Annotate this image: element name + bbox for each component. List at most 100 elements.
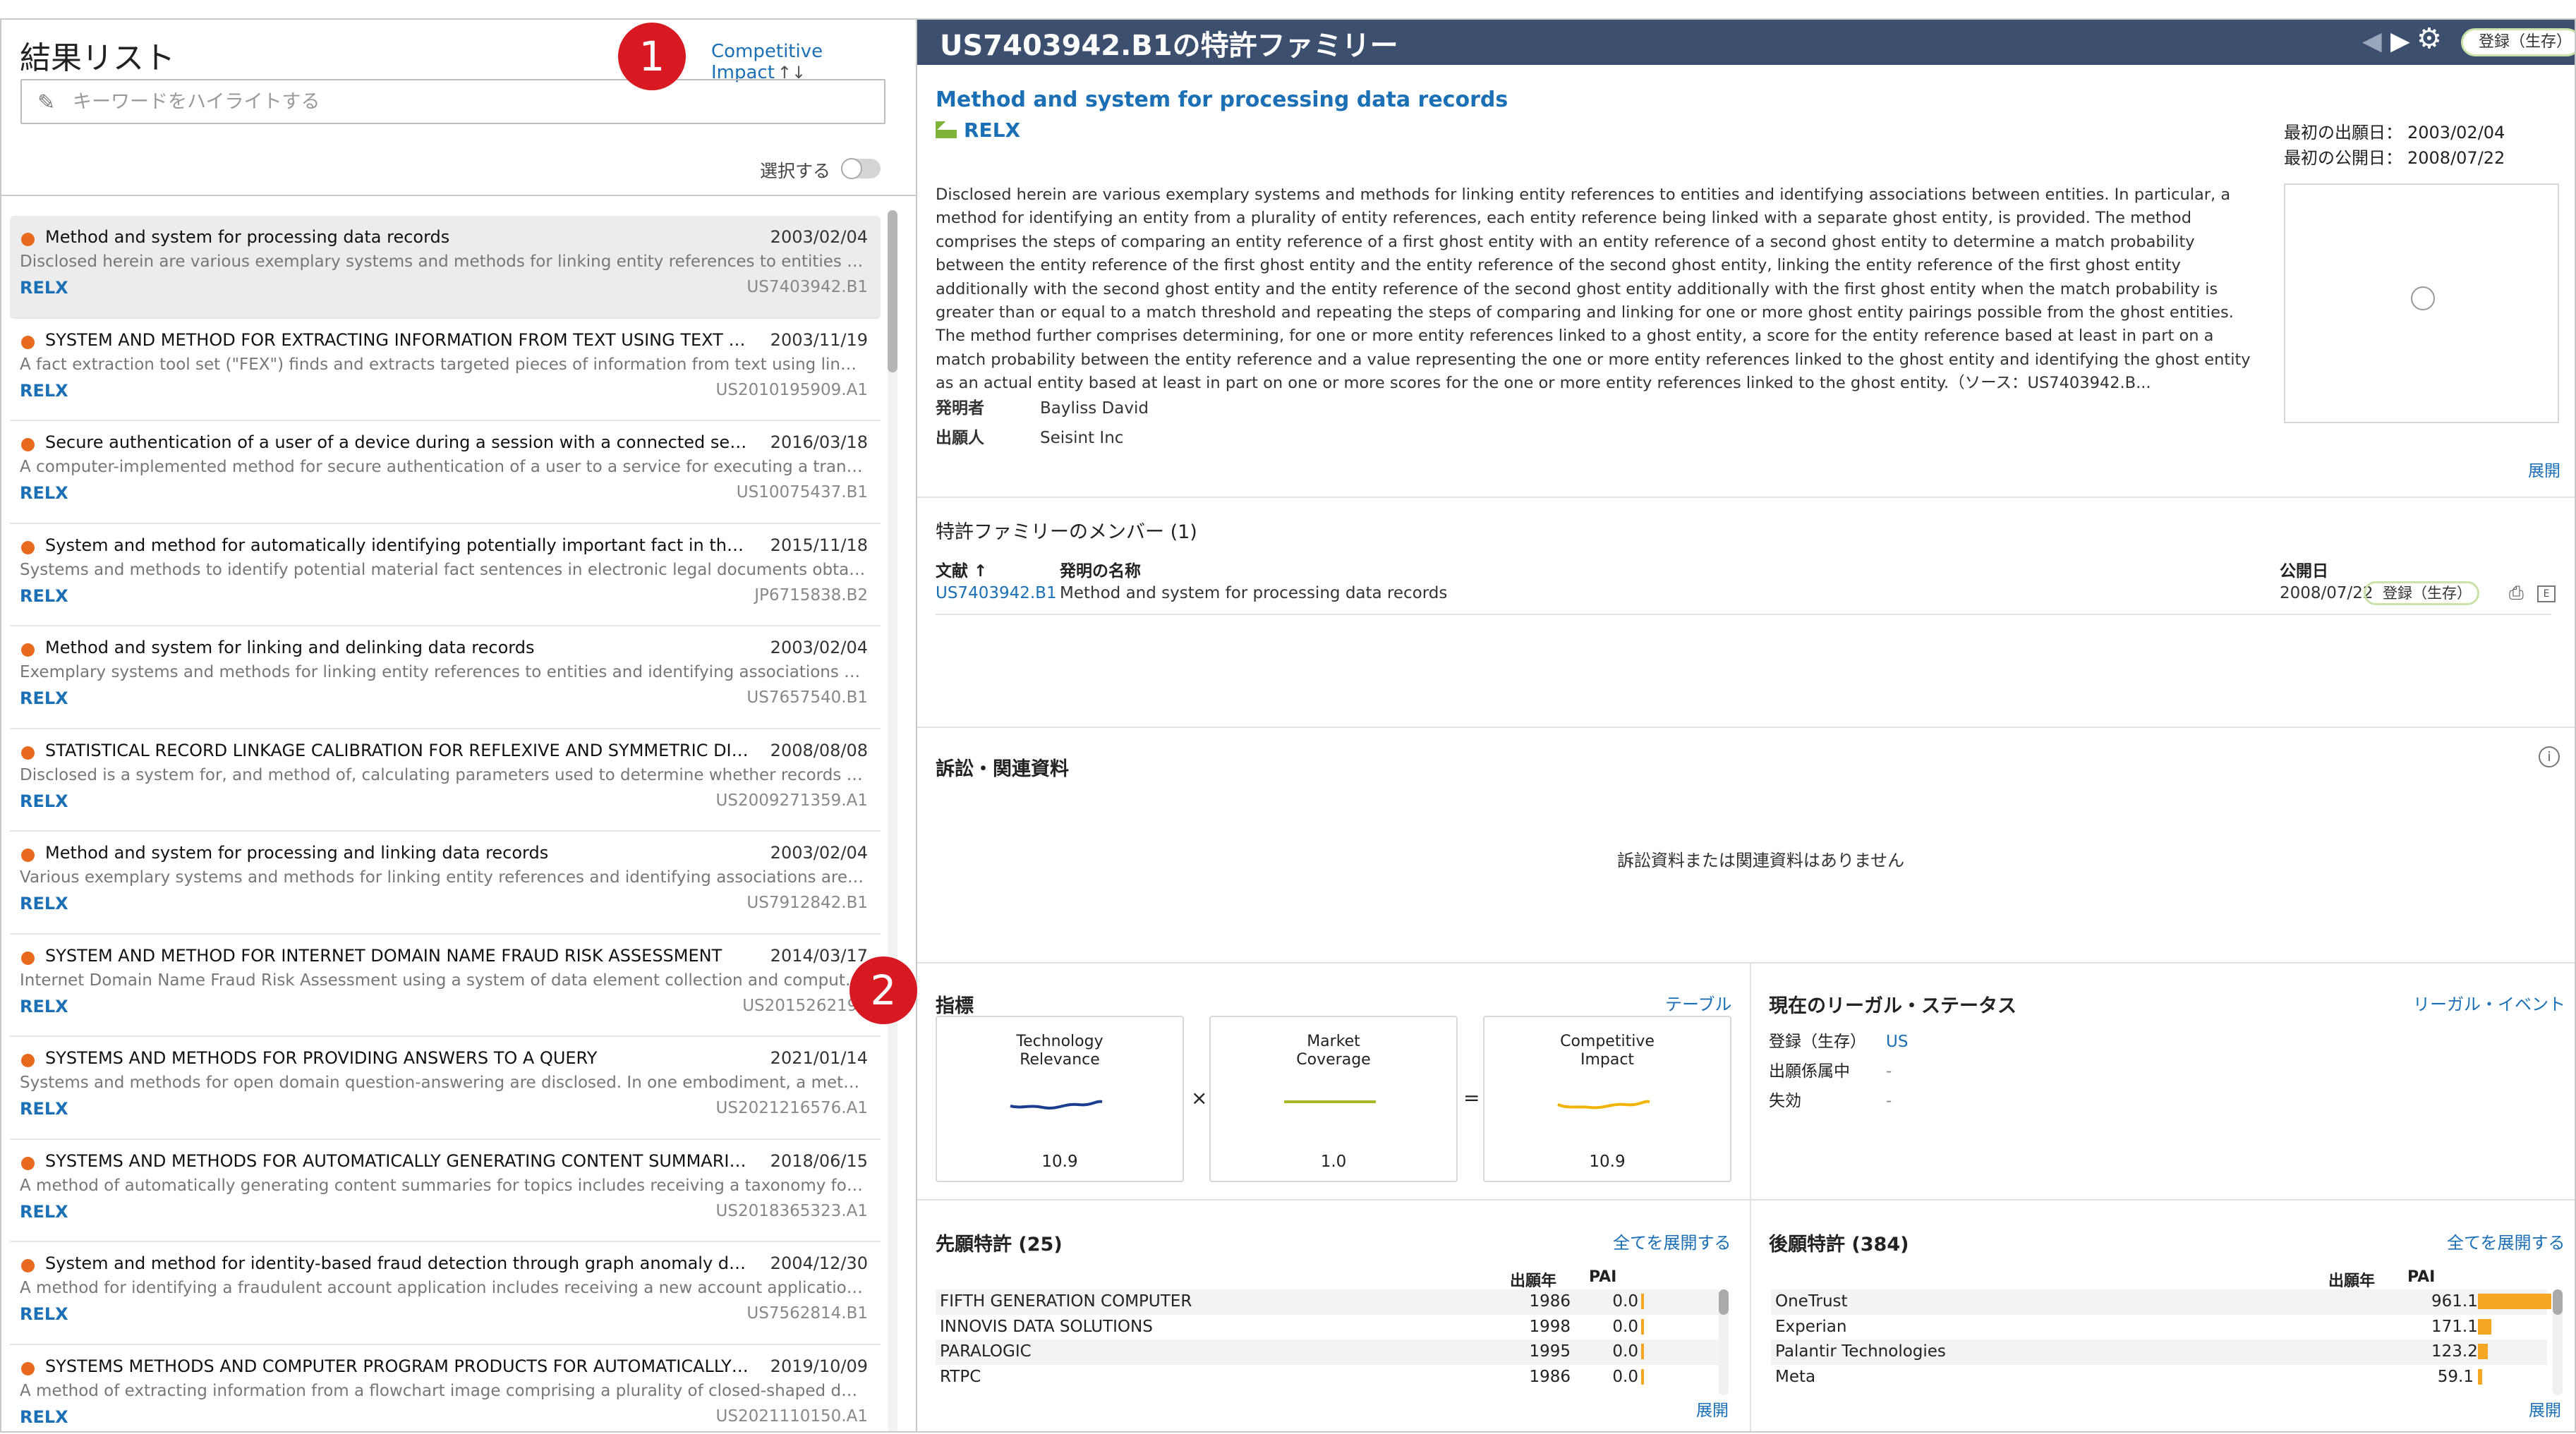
prior-col-pai[interactable]: PAI [1589,1268,1616,1286]
result-company[interactable]: RELX [20,1304,68,1324]
result-company[interactable]: RELX [20,894,68,913]
patent-image-placeholder[interactable] [2284,183,2559,423]
metric-label-line: Coverage [1296,1051,1371,1069]
status-dot-icon [21,540,35,554]
col-invention-name[interactable]: 発明の名称 [1060,557,1141,581]
result-company[interactable]: RELX [20,1202,68,1222]
col-document[interactable]: 文献 ↑ [936,557,987,581]
metric-label-line: Competitive [1560,1033,1655,1050]
scrollbar-thumb[interactable] [2553,1289,2563,1315]
legal-events-link[interactable]: リーガル・イベント [2413,990,2565,1015]
keyword-highlight-field[interactable]: ✎ [20,79,885,124]
result-title[interactable]: SYSTEM AND METHOD FOR EXTRACTING INFORMA… [45,330,751,350]
patent-company[interactable]: RELX [936,119,1020,142]
citation-row[interactable]: FIFTH GENERATION COMPUTER 1986 0.0 [936,1289,1719,1315]
keyword-highlight-input[interactable] [73,86,863,117]
family-table-row: US7403942.B1 Method and system for proce… [936,581,2556,615]
result-company[interactable]: RELX [20,381,68,401]
result-company[interactable]: RELX [20,997,68,1016]
result-title[interactable]: Method and system for linking and delink… [45,638,751,657]
metric-card-technology-relevance[interactable]: Technology Relevance 10.9 [936,1016,1184,1182]
later-expand-link[interactable]: 展開 [2529,1397,2561,1421]
pai-bar [2478,1318,2491,1335]
col-pub-date[interactable]: 公開日 [2280,557,2328,581]
result-item[interactable]: SYSTEM AND METHOD FOR INTERNET DOMAIN NA… [10,935,881,1037]
citation-row[interactable]: PARALOGIC 1995 0.0 [936,1339,1719,1365]
result-title[interactable]: SYSTEMS METHODS AND COMPUTER PROGRAM PRO… [45,1356,751,1376]
citation-pai: 0.0 [1612,1317,1638,1336]
patent-title[interactable]: Method and system for processing data re… [936,87,1508,112]
result-title[interactable]: SYSTEMS AND METHODS FOR PROVIDING ANSWER… [45,1048,751,1068]
result-title[interactable]: System and method for identity-based fra… [45,1253,751,1273]
document-icon[interactable]: E [2537,585,2556,602]
result-abstract: Internet Domain Name Fraud Risk Assessme… [20,971,866,990]
previous-arrow-icon[interactable]: ◀ [2362,27,2382,56]
citation-row[interactable]: INNOVIS DATA SOLUTIONS 1998 0.0 [936,1315,1719,1340]
later-col-year[interactable]: 出願年 [2328,1268,2375,1291]
result-company[interactable]: RELX [20,1407,68,1427]
result-title[interactable]: Method and system for processing data re… [45,227,751,247]
metric-value: 10.9 [1589,1153,1626,1171]
citation-row[interactable]: Palantir Technologies2007-2019123.2 [1771,1339,2547,1365]
result-company[interactable]: RELX [20,586,68,606]
sort-button[interactable]: Competitive Impact ↑↓ [711,41,916,83]
results-title: 結果リスト [20,40,175,76]
result-company[interactable]: RELX [20,278,68,298]
first-pub-label: 最初の公開日： [2284,148,2402,168]
scrollbar-thumb[interactable] [888,210,897,372]
citation-row[interactable]: OneTrust2016-2022961.1 [1771,1289,2551,1315]
legal-value-link[interactable]: US [1886,1033,1908,1051]
metrics-table-link[interactable]: テーブル [1665,990,1732,1015]
gear-icon[interactable]: ⚙ [2417,23,2442,55]
expand-abstract-link[interactable]: 展開 [2528,457,2560,481]
next-arrow-icon[interactable]: ▶ [2390,27,2410,56]
metric-card-competitive-impact[interactable]: Competitive Impact 10.9 [1483,1016,1731,1182]
family-doc-link[interactable]: US7403942.B1 [936,584,1057,602]
divider [917,962,2575,964]
result-item[interactable]: System and method for identity-based fra… [10,1242,881,1345]
metric-card-market-coverage[interactable]: Market Coverage 1.0 [1209,1016,1458,1182]
legal-label: 失効 [1769,1092,1801,1110]
result-item[interactable]: Secure authentication of a user of a dev… [10,421,881,524]
pai-bar [1641,1318,1644,1335]
result-company[interactable]: RELX [20,688,68,708]
result-abstract: Various exemplary systems and methods fo… [20,868,866,887]
result-item[interactable]: SYSTEMS AND METHODS FOR PROVIDING ANSWER… [10,1037,881,1140]
pdf-icon[interactable]: ⎙ [2509,583,2524,604]
result-item[interactable]: SYSTEMS METHODS AND COMPUTER PROGRAM PRO… [10,1345,881,1432]
result-item[interactable]: SYSTEM AND METHOD FOR EXTRACTING INFORMA… [10,319,881,421]
prior-scrollbar[interactable] [1719,1289,1729,1395]
result-title[interactable]: STATISTICAL RECORD LINKAGE CALIBRATION F… [45,741,751,760]
result-company[interactable]: RELX [20,1099,68,1119]
result-title[interactable]: SYSTEM AND METHOD FOR INTERNET DOMAIN NA… [45,946,751,966]
results-scrollbar[interactable] [888,210,897,1431]
prior-col-year[interactable]: 出願年 [1510,1268,1556,1291]
citation-row[interactable]: Meta2000-201259.1 [1771,1365,2547,1390]
result-item[interactable]: System and method for automatically iden… [10,524,881,626]
later-expand-all-link[interactable]: 全てを展開する [2447,1229,2565,1253]
citation-row[interactable]: RTPC 1986 0.0 [936,1365,1719,1390]
legal-value: - [1886,1092,1892,1110]
later-scrollbar[interactable] [2553,1289,2563,1395]
result-title[interactable]: SYSTEMS AND METHODS FOR AUTOMATICALLY GE… [45,1151,751,1171]
citation-pai: 171.1 [2431,1317,2478,1336]
result-item[interactable]: Method and system for processing and lin… [10,832,881,935]
info-icon[interactable]: i [2539,746,2560,767]
prior-expand-all-link[interactable]: 全てを展開する [1613,1229,1731,1253]
result-title[interactable]: Method and system for processing and lin… [45,843,751,863]
multiply-operator: × [1191,1086,1208,1110]
result-item[interactable]: Method and system for linking and delink… [10,626,881,729]
later-col-pai[interactable]: PAI [2407,1268,2435,1286]
select-toggle[interactable] [841,158,881,179]
prior-expand-link[interactable]: 展開 [1696,1397,1729,1421]
result-title[interactable]: System and method for automatically iden… [45,535,751,555]
citation-row[interactable]: Experian2003-2020171.1 [1771,1315,2547,1340]
metric-sparkline [1010,1100,1103,1110]
result-title[interactable]: Secure authentication of a user of a dev… [45,432,751,452]
result-company[interactable]: RELX [20,791,68,811]
result-company[interactable]: RELX [20,483,68,503]
result-item[interactable]: Method and system for processing data re… [10,216,881,319]
result-item[interactable]: STATISTICAL RECORD LINKAGE CALIBRATION F… [10,729,881,832]
result-item[interactable]: SYSTEMS AND METHODS FOR AUTOMATICALLY GE… [10,1140,881,1242]
scrollbar-thumb[interactable] [1719,1289,1729,1315]
